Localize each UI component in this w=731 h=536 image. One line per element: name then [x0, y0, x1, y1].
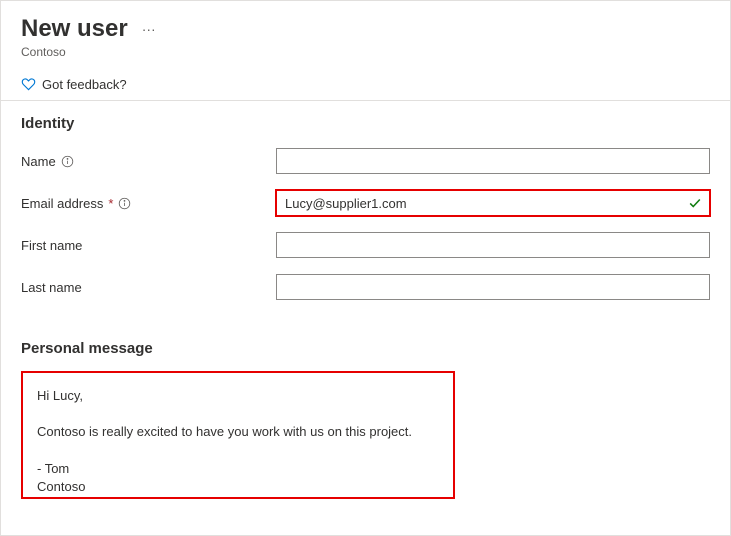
form-row-firstname: First name	[21, 232, 710, 258]
title-row: New user ···	[21, 15, 710, 43]
firstname-label: First name	[21, 238, 276, 253]
required-indicator: *	[108, 196, 113, 211]
name-input[interactable]	[276, 148, 710, 174]
lastname-input[interactable]	[276, 274, 710, 300]
heart-icon	[21, 77, 36, 92]
info-icon[interactable]	[118, 197, 131, 210]
email-input[interactable]	[276, 190, 710, 216]
firstname-input[interactable]	[276, 232, 710, 258]
check-icon	[688, 196, 702, 210]
email-input-wrap	[276, 190, 710, 216]
firstname-input-wrap	[276, 232, 710, 258]
subtitle: Contoso	[21, 45, 710, 59]
email-label-text: Email address	[21, 196, 103, 211]
page-title: New user	[21, 15, 128, 43]
lastname-label-text: Last name	[21, 280, 82, 295]
page-header: New user ··· Contoso	[1, 1, 730, 67]
lastname-input-wrap	[276, 274, 710, 300]
name-label: Name	[21, 154, 276, 169]
more-actions-icon[interactable]: ···	[142, 21, 156, 37]
info-icon[interactable]	[61, 155, 74, 168]
personal-message-textarea[interactable]	[21, 371, 455, 499]
name-input-wrap	[276, 148, 710, 174]
form-row-email: Email address *	[21, 190, 710, 216]
firstname-label-text: First name	[21, 238, 82, 253]
email-label: Email address *	[21, 196, 276, 211]
form-row-lastname: Last name	[21, 274, 710, 300]
personal-section-title: Personal message	[21, 340, 710, 357]
feedback-label: Got feedback?	[42, 77, 127, 92]
lastname-label: Last name	[21, 280, 276, 295]
identity-section-title: Identity	[21, 115, 710, 132]
form-row-name: Name	[21, 148, 710, 174]
name-label-text: Name	[21, 154, 56, 169]
feedback-link[interactable]: Got feedback?	[1, 67, 730, 101]
content: Identity Name Email address *	[1, 101, 730, 502]
